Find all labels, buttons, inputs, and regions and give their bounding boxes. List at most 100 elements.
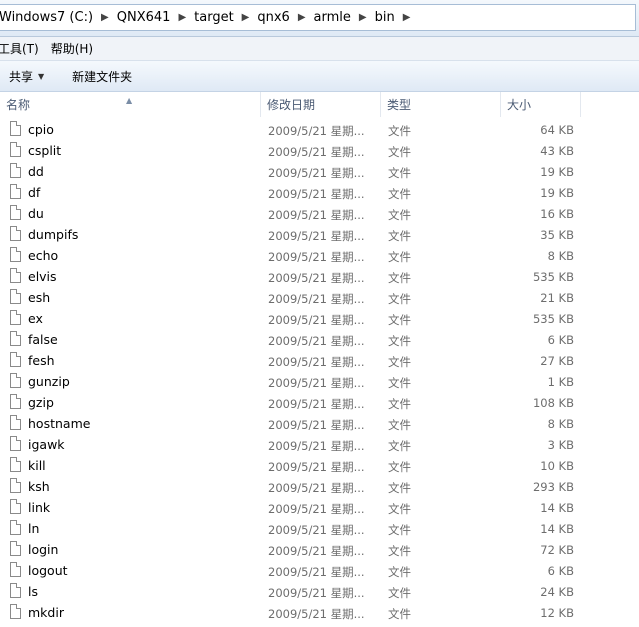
file-name: link — [28, 500, 51, 515]
file-size: 8 KB — [547, 249, 574, 263]
file-icon — [10, 289, 21, 304]
file-name: cpio — [28, 122, 54, 137]
file-row[interactable]: fesh 2009/5/21 星期... 文件 27 KB — [0, 351, 639, 372]
chevron-right-icon[interactable]: ▶ — [298, 12, 306, 23]
file-row[interactable]: igawk 2009/5/21 星期... 文件 3 KB — [0, 435, 639, 456]
command-bar: 共享 ▼ 新建文件夹 — [0, 61, 639, 92]
file-icon — [10, 478, 21, 493]
file-icon — [10, 604, 21, 619]
menu-bar: 工具(T) 帮助(H) — [0, 37, 639, 61]
breadcrumb-item[interactable]: QNX641 — [117, 10, 171, 25]
file-size: 535 KB — [532, 312, 574, 326]
file-name: du — [28, 206, 44, 221]
file-row[interactable]: ex 2009/5/21 星期... 文件 535 KB — [0, 309, 639, 330]
file-type: 文件 — [388, 313, 411, 327]
column-name[interactable]: 名称 ▲ — [0, 92, 261, 117]
file-row[interactable]: hostname 2009/5/21 星期... 文件 8 KB — [0, 414, 639, 435]
file-size: 14 KB — [540, 522, 574, 536]
file-size: 24 KB — [540, 585, 574, 599]
file-name: login — [28, 542, 59, 557]
file-size: 1 KB — [547, 375, 574, 389]
file-size: 10 KB — [540, 459, 574, 473]
file-date: 2009/5/21 星期... — [268, 439, 365, 453]
file-type: 文件 — [388, 250, 411, 264]
file-date: 2009/5/21 星期... — [268, 271, 365, 285]
file-date: 2009/5/21 星期... — [268, 523, 365, 537]
file-name: false — [28, 332, 58, 347]
file-icon — [10, 394, 21, 409]
file-row[interactable]: mkdir 2009/5/21 星期... 文件 12 KB — [0, 603, 639, 624]
file-row[interactable]: esh 2009/5/21 星期... 文件 21 KB — [0, 288, 639, 309]
file-type: 文件 — [388, 355, 411, 369]
file-row[interactable]: false 2009/5/21 星期... 文件 6 KB — [0, 330, 639, 351]
file-size: 43 KB — [540, 144, 574, 158]
file-icon — [10, 436, 21, 451]
file-name: ksh — [28, 479, 50, 494]
share-button[interactable]: 共享 ▼ — [9, 68, 44, 85]
file-type: 文件 — [388, 460, 411, 474]
file-name: hostname — [28, 416, 91, 431]
file-row[interactable]: gunzip 2009/5/21 星期... 文件 1 KB — [0, 372, 639, 393]
file-row[interactable]: gzip 2009/5/21 星期... 文件 108 KB — [0, 393, 639, 414]
column-size[interactable]: 大小 — [501, 92, 581, 117]
file-name: esh — [28, 290, 51, 305]
file-row[interactable]: logout 2009/5/21 星期... 文件 6 KB — [0, 561, 639, 582]
file-name: fesh — [28, 353, 55, 368]
file-type: 文件 — [388, 523, 411, 537]
file-type: 文件 — [388, 586, 411, 600]
breadcrumb-item[interactable]: qnx6 — [257, 10, 289, 25]
file-row[interactable]: link 2009/5/21 星期... 文件 14 KB — [0, 498, 639, 519]
file-date: 2009/5/21 星期... — [268, 187, 365, 201]
menu-help[interactable]: 帮助(H) — [51, 40, 93, 57]
breadcrumb-item[interactable]: armle — [314, 10, 351, 25]
file-row[interactable]: ls 2009/5/21 星期... 文件 24 KB — [0, 582, 639, 603]
file-row[interactable]: elvis 2009/5/21 星期... 文件 535 KB — [0, 267, 639, 288]
chevron-right-icon[interactable]: ▶ — [359, 12, 367, 23]
chevron-right-icon[interactable]: ▶ — [178, 12, 186, 23]
file-name: dumpifs — [28, 227, 79, 242]
file-date: 2009/5/21 星期... — [268, 229, 365, 243]
file-icon — [10, 310, 21, 325]
file-size: 8 KB — [547, 417, 574, 431]
chevron-right-icon[interactable]: ▶ — [101, 12, 109, 23]
breadcrumb-item[interactable]: target — [194, 10, 234, 25]
new-folder-button[interactable]: 新建文件夹 — [72, 68, 132, 85]
file-row[interactable]: dd 2009/5/21 星期... 文件 19 KB — [0, 162, 639, 183]
file-row[interactable]: cpio 2009/5/21 星期... 文件 64 KB — [0, 120, 639, 141]
file-size: 19 KB — [540, 186, 574, 200]
file-icon — [10, 415, 21, 430]
file-type: 文件 — [388, 481, 411, 495]
breadcrumb-item[interactable]: Windows7 (C:) — [0, 10, 93, 25]
chevron-right-icon[interactable]: ▶ — [403, 12, 411, 23]
file-row[interactable]: du 2009/5/21 星期... 文件 16 KB — [0, 204, 639, 225]
file-row[interactable]: dumpifs 2009/5/21 星期... 文件 35 KB — [0, 225, 639, 246]
file-name: ex — [28, 311, 43, 326]
file-row[interactable]: kill 2009/5/21 星期... 文件 10 KB — [0, 456, 639, 477]
file-date: 2009/5/21 星期... — [268, 166, 365, 180]
file-size: 108 KB — [532, 396, 574, 410]
chevron-right-icon[interactable]: ▶ — [242, 12, 250, 23]
file-type: 文件 — [388, 607, 411, 621]
file-row[interactable]: echo 2009/5/21 星期... 文件 8 KB — [0, 246, 639, 267]
file-size: 293 KB — [532, 480, 574, 494]
file-date: 2009/5/21 星期... — [268, 481, 365, 495]
file-row[interactable]: ksh 2009/5/21 星期... 文件 293 KB — [0, 477, 639, 498]
file-size: 3 KB — [547, 438, 574, 452]
column-date[interactable]: 修改日期 — [261, 92, 381, 117]
file-icon — [10, 163, 21, 178]
file-row[interactable]: login 2009/5/21 星期... 文件 72 KB — [0, 540, 639, 561]
file-name: csplit — [28, 143, 62, 158]
file-type: 文件 — [388, 502, 411, 516]
file-size: 72 KB — [540, 543, 574, 557]
breadcrumb-item[interactable]: bin — [375, 10, 395, 25]
file-icon — [10, 457, 21, 472]
file-type: 文件 — [388, 544, 411, 558]
file-size: 6 KB — [547, 333, 574, 347]
menu-tools[interactable]: 工具(T) — [0, 40, 39, 57]
breadcrumb[interactable]: Windows7 (C:) ▶ QNX641 ▶ target ▶ qnx6 ▶ armle ▶ b… — [0, 4, 636, 31]
file-date: 2009/5/21 星期... — [268, 355, 365, 369]
file-row[interactable]: df 2009/5/21 星期... 文件 19 KB — [0, 183, 639, 204]
column-type[interactable]: 类型 — [381, 92, 501, 117]
file-row[interactable]: csplit 2009/5/21 星期... 文件 43 KB — [0, 141, 639, 162]
file-row[interactable]: ln 2009/5/21 星期... 文件 14 KB — [0, 519, 639, 540]
